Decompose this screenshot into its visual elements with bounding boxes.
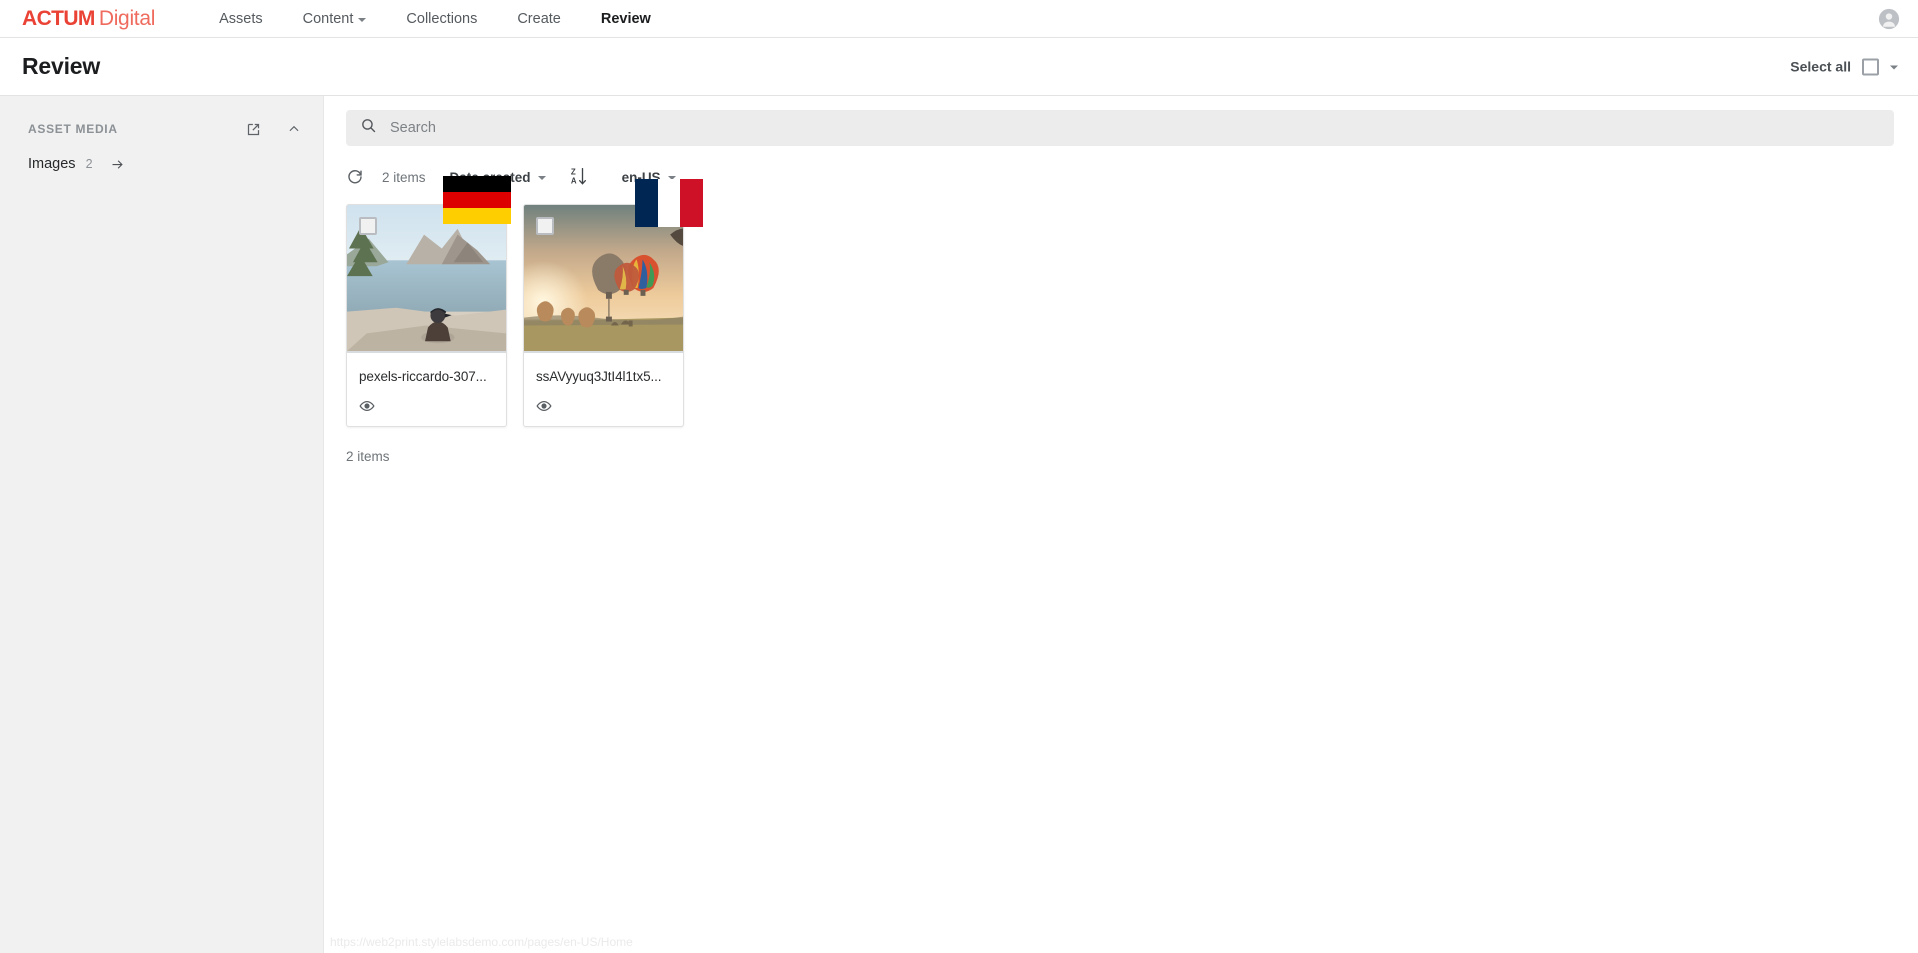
asset-thumbnail[interactable] [524,205,683,353]
asset-card-name: ssAVyyuq3JtI4l1tx5... [536,369,662,384]
asset-card-actions [524,384,683,426]
refresh-icon[interactable] [346,168,364,186]
search-row: Search [324,96,1918,146]
select-all-checkbox[interactable] [1862,58,1879,75]
main-panel: Search 2 items Date created Z A en-US pe… [324,96,1918,953]
browser-status-bar: https://web2print.stylelabsdemo.com/page… [324,931,639,953]
nav-item-review-label: Review [600,10,651,27]
locale-label: en-US [621,169,661,185]
content-area: ASSET MEDIA Images 2 Search 2 items Date… [0,96,1918,953]
svg-text:A: A [570,177,576,186]
nav-item-collections[interactable]: Collections [386,1,497,37]
sort-field-label: Date created [449,169,531,185]
asset-select-checkbox[interactable] [359,217,377,235]
nav-item-create-label: Create [517,10,561,27]
asset-card-actions [347,384,506,426]
sidebar-item-images-label: Images [28,156,76,172]
sort-z-to-a-descending-icon[interactable]: Z A [570,166,590,188]
nav-item-content-label: Content [302,10,354,27]
select-all-control[interactable]: Select all [1790,58,1898,75]
asset-card[interactable]: pexels-riccardo-307... [346,204,507,427]
nav-item-assets[interactable]: Assets [199,1,283,37]
arrow-right-icon[interactable] [109,157,126,172]
sidebar-section-header: ASSET MEDIA [0,112,323,146]
nav-item-assets-label: Assets [219,10,263,27]
nav-item-create[interactable]: Create [497,1,581,37]
nav-item-collections-label: Collections [406,10,478,27]
chevron-down-icon [537,176,546,180]
brand-logo-mark: ACTUM [22,6,95,30]
sidebar-item-images-count: 2 [85,157,93,171]
asset-grid: pexels-riccardo-307... ssAVyyuq3JtI4l1tx… [324,176,1918,427]
asset-toolbar: 2 items Date created Z A en-US [324,146,1918,192]
main-nav: Assets Content Collections Create Review [199,1,671,37]
external-link-icon[interactable] [246,122,261,137]
chevron-down-icon [358,17,367,22]
top-navigation-bar: ACTUM Digital Assets Content Collections… [0,0,1918,38]
asset-card-name: pexels-riccardo-307... [359,369,487,384]
eye-icon[interactable] [536,398,552,414]
asset-card[interactable]: ssAVyyuq3JtI4l1tx5... [523,204,684,427]
brand-logo[interactable]: ACTUM Digital [22,7,155,31]
nav-item-content[interactable]: Content [283,1,387,37]
chevron-down-icon [667,176,676,180]
page-title: Review [22,53,101,79]
sidebar: ASSET MEDIA Images 2 [0,96,324,953]
svg-text:Z: Z [570,168,575,177]
search-box[interactable]: Search [346,110,1894,146]
status-bar-url: https://web2print.stylelabsdemo.com/page… [330,935,633,949]
search-input[interactable]: Search [390,120,1880,136]
user-avatar-icon[interactable] [1878,8,1900,30]
brand-logo-word: Digital [98,6,156,30]
nav-item-review[interactable]: Review [581,1,671,37]
asset-grid-footer-count: 2 items [346,449,390,464]
asset-select-checkbox[interactable] [536,217,554,235]
sidebar-item-images[interactable]: Images 2 [0,146,323,182]
chevron-down-icon[interactable] [1890,65,1898,70]
toolbar-item-count: 2 items [382,169,426,185]
sidebar-section-title: ASSET MEDIA [28,122,118,136]
sort-field-dropdown[interactable]: Date created [450,170,546,185]
eye-icon[interactable] [359,398,375,414]
chevron-up-icon[interactable] [287,122,301,136]
page-header: Review Select all [0,38,1918,96]
locale-dropdown[interactable]: en-US [622,170,676,185]
asset-thumbnail[interactable] [347,205,506,353]
search-icon [360,117,377,139]
select-all-label: Select all [1790,58,1851,75]
